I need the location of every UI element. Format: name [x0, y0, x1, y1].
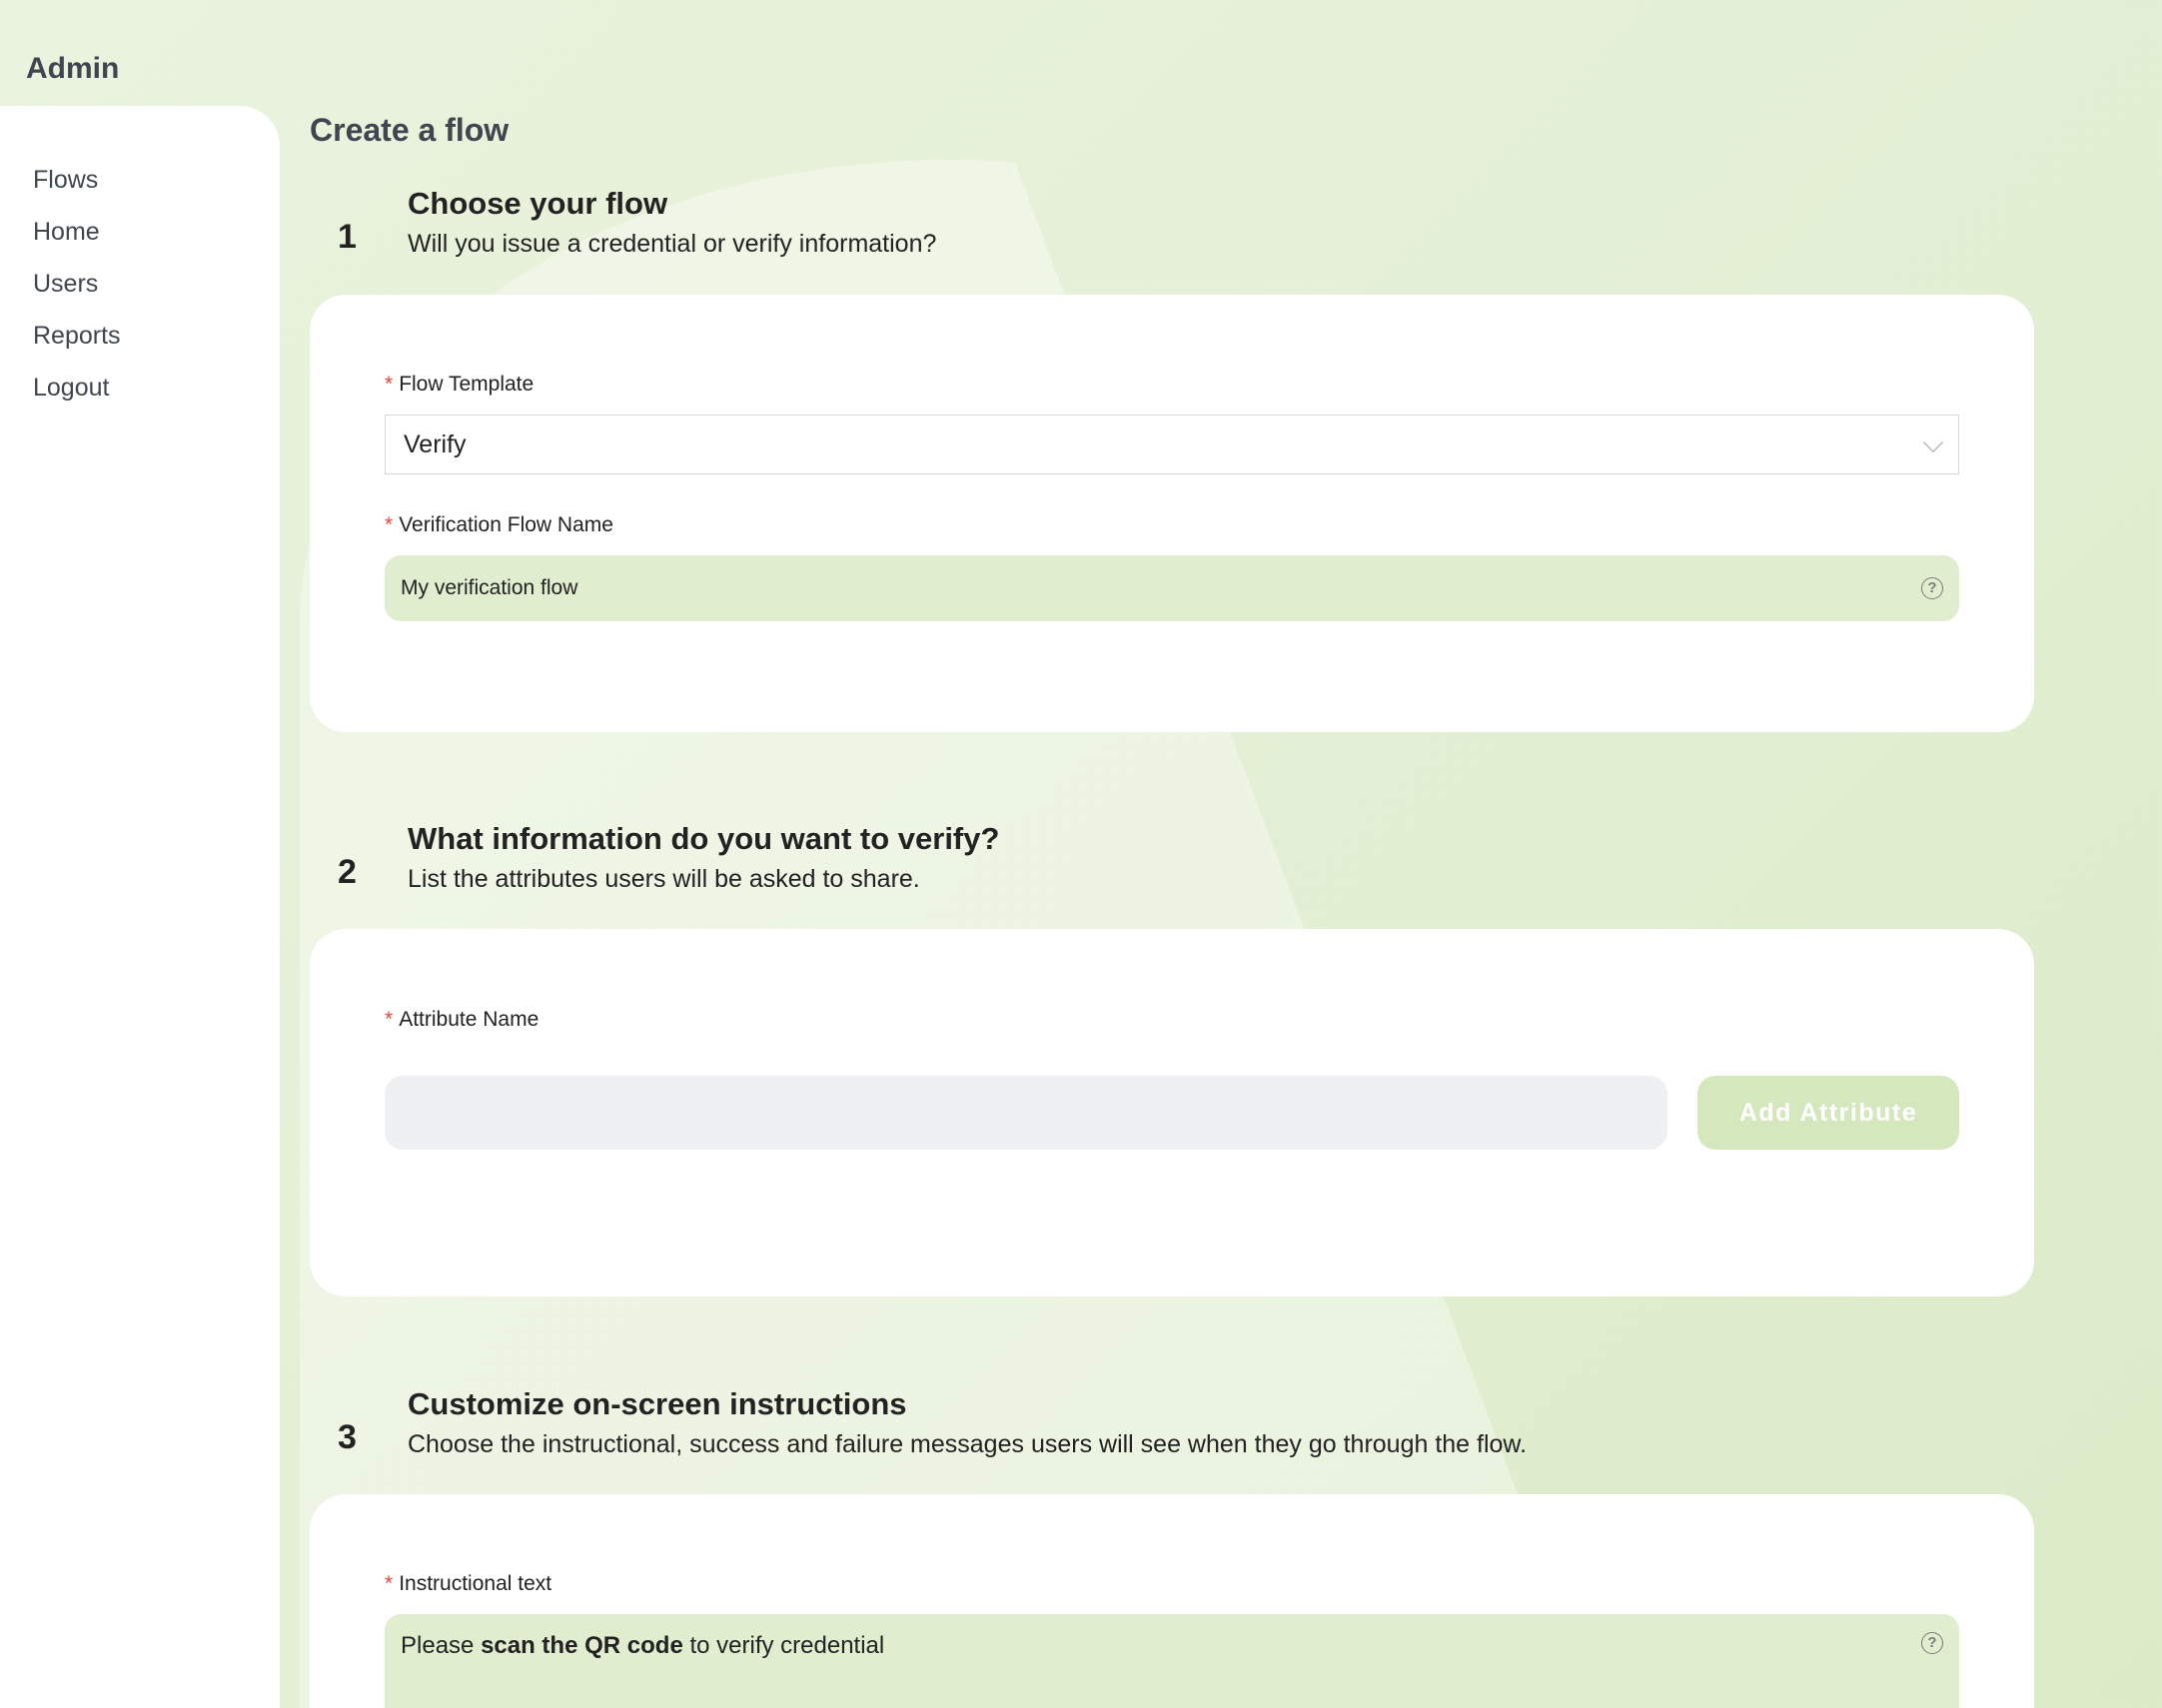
required-marker: *	[385, 1008, 394, 1031]
instructional-text-suffix: to verify credential	[682, 1632, 885, 1659]
flow-name-input[interactable]: My verification flow ?	[385, 555, 1959, 621]
flow-template-label: * Flow Template	[385, 373, 535, 396]
required-marker: *	[385, 1572, 394, 1595]
step-number: 3	[338, 1418, 357, 1456]
attribute-name-input[interactable]	[385, 1076, 1667, 1150]
page-title: Create a flow	[310, 112, 510, 148]
sidebar-item-flows[interactable]: Flows	[0, 154, 280, 206]
step-title: What information do you want to verify?	[408, 821, 1000, 856]
required-marker: *	[385, 373, 394, 396]
sidebar-item-logout[interactable]: Logout	[0, 362, 280, 414]
step-title: Customize on-screen instructions	[408, 1386, 907, 1421]
flow-template-select[interactable]: Verify	[385, 415, 1959, 474]
step-subtitle: List the attributes users will be asked …	[408, 865, 920, 893]
step-2-card: * Attribute Name Add Attribute	[310, 929, 2034, 1296]
instructional-text-editor[interactable]: Please scan the QR code to verify creden…	[385, 1614, 1959, 1708]
step-number: 2	[338, 853, 357, 891]
step-3-card: * Instructional text Please scan the QR c…	[310, 1494, 2034, 1708]
step-subtitle: Will you issue a credential or verify in…	[408, 230, 937, 258]
flow-name-label: * Verification Flow Name	[385, 513, 613, 536]
step-title: Choose your flow	[408, 186, 668, 221]
sidebar: Flows Home Users Reports Logout	[0, 106, 280, 1708]
instructional-text-prefix: Please	[401, 1632, 482, 1659]
app-title: Admin	[26, 52, 120, 85]
add-attribute-button[interactable]: Add Attribute	[1697, 1076, 1959, 1150]
instructional-text-bold: scan the QR code	[481, 1632, 683, 1659]
sidebar-item-users[interactable]: Users	[0, 258, 280, 310]
help-circle-icon[interactable]: ?	[1921, 1632, 1943, 1654]
chevron-down-icon	[1923, 432, 1943, 452]
instructional-text-label: * Instructional text	[385, 1572, 552, 1595]
flow-name-value: My verification flow	[401, 576, 578, 599]
step-number: 1	[338, 218, 357, 256]
sidebar-item-home[interactable]: Home	[0, 206, 280, 258]
required-marker: *	[385, 513, 394, 536]
sidebar-item-reports[interactable]: Reports	[0, 310, 280, 362]
step-1-card: * Flow Template Verify * Verification Flow…	[310, 295, 2034, 732]
flow-template-value: Verify	[404, 430, 467, 458]
attribute-name-label: * Attribute Name	[385, 1008, 540, 1031]
help-circle-icon[interactable]: ?	[1921, 577, 1943, 599]
step-subtitle: Choose the instructional, success and fa…	[408, 1430, 1528, 1458]
